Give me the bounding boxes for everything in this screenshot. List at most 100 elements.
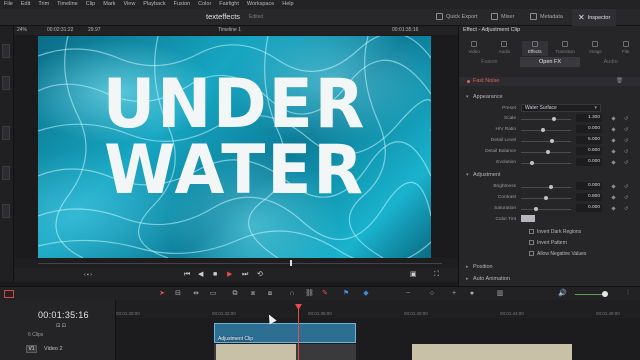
param-value[interactable]: 0.000 xyxy=(576,158,602,166)
quick-export-button[interactable]: Quick Export xyxy=(436,13,477,20)
volume-slider[interactable] xyxy=(575,294,605,295)
snap-icon[interactable]: ∩ xyxy=(288,290,296,298)
param-slider[interactable] xyxy=(521,119,571,120)
subtab-audio[interactable]: Audio xyxy=(580,57,640,67)
reset-icon[interactable]: ↺ xyxy=(624,149,628,155)
delete-icon[interactable]: 🗑 xyxy=(616,77,623,86)
tab-file[interactable]: File xyxy=(613,41,639,56)
menu-clip[interactable]: Clip xyxy=(82,0,99,9)
play-icon[interactable]: ▶ xyxy=(227,271,232,279)
volume-knob[interactable] xyxy=(601,291,608,297)
stop-icon[interactable]: ■ xyxy=(213,271,217,279)
layout-icon[interactable] xyxy=(4,290,14,298)
position-section[interactable]: ▸ Position xyxy=(459,263,640,272)
menu-fairlight[interactable]: Fairlight xyxy=(215,0,243,9)
metadata-button[interactable]: Metadata xyxy=(530,13,563,20)
keyframe-icon[interactable] xyxy=(611,127,616,132)
menu-fusion[interactable]: Fusion xyxy=(170,0,195,9)
param-value[interactable]: 0.000 xyxy=(576,204,602,212)
play-reverse-icon[interactable]: ◀ xyxy=(198,271,203,279)
pointer-icon[interactable]: ➤ xyxy=(158,290,166,298)
media-thumb[interactable] xyxy=(2,204,10,218)
track-badge[interactable]: V1 xyxy=(26,345,37,353)
reset-icon[interactable]: ↺ xyxy=(624,184,628,190)
reset-icon[interactable]: ↺ xyxy=(624,160,628,166)
tab-transition[interactable]: Transition xyxy=(552,41,578,56)
insert-icon[interactable]: ⧉ xyxy=(231,290,239,298)
video-clip[interactable] xyxy=(216,344,296,360)
media-thumb[interactable] xyxy=(2,44,10,58)
param-value[interactable]: 0.000 xyxy=(576,182,602,190)
audio-meter-icon[interactable]: ▥ xyxy=(496,290,504,298)
subtab-openfx[interactable]: Open FX xyxy=(519,57,581,67)
viewer-scrubber[interactable] xyxy=(14,258,458,268)
reset-icon[interactable]: ↺ xyxy=(624,127,628,133)
dynamic-trim-icon[interactable]: ⇹ xyxy=(192,290,200,298)
param-slider-knob[interactable] xyxy=(550,139,554,143)
effect-header[interactable]: Fast Noise 🗑 xyxy=(459,77,640,86)
marker-icon[interactable]: ◆ xyxy=(362,290,370,298)
param-value[interactable]: 0.000 xyxy=(576,125,602,133)
playhead-line[interactable] xyxy=(298,308,299,360)
appearance-section[interactable]: ▾ Appearance xyxy=(459,93,640,102)
loop-icon[interactable]: ⟲ xyxy=(257,271,263,279)
reset-icon[interactable]: ↺ xyxy=(624,138,628,144)
timeline-ruler[interactable]: 00:01:28:00 00:01:32:00 00:01:36:00 00:01:4… xyxy=(116,300,640,318)
fullscreen-icon[interactable]: ⛶ xyxy=(434,271,439,279)
keyframe-icon[interactable] xyxy=(611,160,616,165)
blade-icon[interactable]: ▭ xyxy=(209,290,217,298)
param-slider-knob[interactable] xyxy=(549,185,553,189)
param-slider-knob[interactable] xyxy=(530,161,534,165)
scrub-playhead[interactable] xyxy=(290,260,292,266)
match-frame-icon[interactable]: ▣ xyxy=(410,271,417,279)
param-slider-knob[interactable] xyxy=(552,117,556,121)
reset-icon[interactable]: ↺ xyxy=(624,116,628,122)
param-slider[interactable] xyxy=(521,209,571,210)
allow-negative-checkbox[interactable]: Allow Negative Values xyxy=(529,250,639,258)
timeline-name[interactable]: Timeline 1 xyxy=(218,27,241,33)
effect-enable-icon[interactable] xyxy=(467,80,470,83)
go-to-end-icon[interactable]: ⏭ xyxy=(242,271,248,279)
inspector-button[interactable]: ✕ Inspector xyxy=(572,9,617,26)
preset-dropdown[interactable]: Water Surface ▾ xyxy=(521,104,601,112)
zoom-level[interactable]: 24% xyxy=(17,27,27,33)
param-slider-knob[interactable] xyxy=(541,128,545,132)
menu-help[interactable]: Help xyxy=(278,0,297,9)
reset-icon[interactable]: ↺ xyxy=(624,195,628,201)
param-value[interactable]: 1.300 xyxy=(576,114,602,122)
param-slider[interactable] xyxy=(521,130,571,131)
param-slider-knob[interactable] xyxy=(534,207,538,211)
menu-trim[interactable]: Trim xyxy=(34,0,53,9)
invert-pattern-checkbox[interactable]: Invert Pattern xyxy=(529,239,639,247)
link-icon[interactable]: ⛓ xyxy=(305,290,314,298)
param-slider-knob[interactable] xyxy=(544,196,548,200)
zoom-slider-icon[interactable]: ○ xyxy=(428,290,436,298)
keyframe-icon[interactable] xyxy=(611,116,616,121)
position-lock-icon[interactable]: ✎ xyxy=(321,290,329,298)
param-slider[interactable] xyxy=(521,141,571,142)
go-to-start-icon[interactable]: ⏮ xyxy=(184,271,190,279)
param-slider[interactable] xyxy=(521,187,571,188)
zoom-out-icon[interactable]: − xyxy=(404,290,412,298)
media-thumb[interactable] xyxy=(2,166,10,180)
zoom-in-icon[interactable]: + xyxy=(450,290,458,298)
keyframe-icon[interactable] xyxy=(611,138,616,143)
menu-timeline[interactable]: Timeline xyxy=(53,0,82,9)
menu-color[interactable]: Color xyxy=(194,0,215,9)
flag-icon[interactable]: ⚑ xyxy=(342,290,350,298)
param-slider[interactable] xyxy=(521,163,571,164)
menu-workspace[interactable]: Workspace xyxy=(243,0,278,9)
track-lock-icon[interactable]: ⊡ ⊡ xyxy=(56,323,66,329)
video-clip[interactable] xyxy=(412,344,572,360)
tab-effects[interactable]: Effects xyxy=(521,41,548,56)
trim-icon[interactable]: ⊟ xyxy=(174,290,182,298)
keyframe-icon[interactable] xyxy=(611,184,616,189)
keyframe-icon[interactable] xyxy=(611,206,616,211)
adjustment-section[interactable]: ▾ Adjustment xyxy=(459,171,640,180)
invert-dark-checkbox[interactable]: Invert Dark Regions xyxy=(529,228,639,236)
keyframe-icon[interactable] xyxy=(611,195,616,200)
animation-section[interactable]: ▸ Auto Animation xyxy=(459,275,640,284)
overwrite-icon[interactable]: ⧈ xyxy=(249,290,257,298)
menu-edit[interactable]: Edit xyxy=(17,0,34,9)
reset-icon[interactable]: ↺ xyxy=(624,206,628,212)
